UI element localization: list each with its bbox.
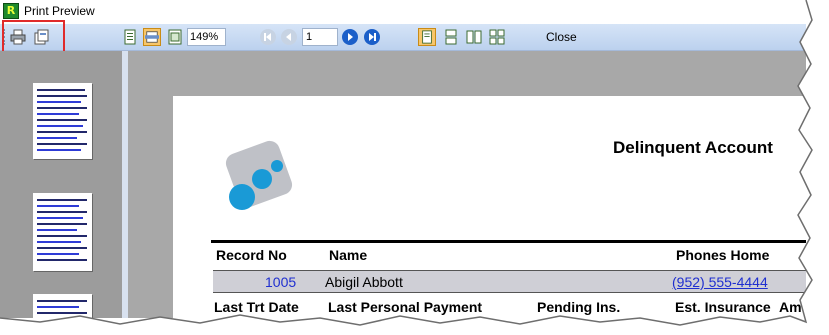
torn-edge-overlay: [0, 0, 829, 335]
